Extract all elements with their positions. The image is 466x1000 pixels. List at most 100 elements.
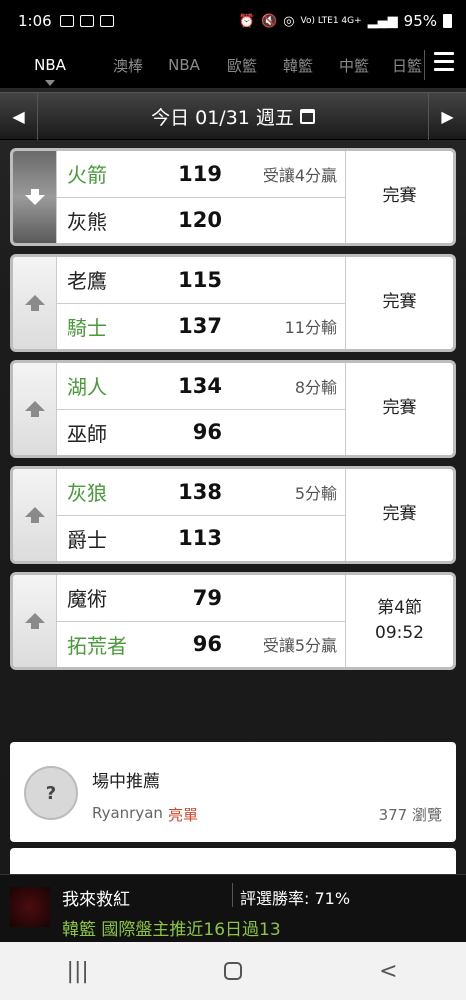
next-date-button[interactable]: ▶ bbox=[428, 92, 466, 140]
handicap-note: 8分輸 bbox=[294, 377, 337, 397]
away-team-row: 灰狼 138 5分輸 bbox=[57, 469, 345, 515]
team-name: 灰狼 bbox=[67, 481, 107, 506]
teams-block: 魔術 79 拓荒者 96 受讓5分贏 bbox=[57, 575, 346, 667]
team-score: 134 bbox=[178, 373, 222, 398]
tab-euro-basketball[interactable]: 歐籃 bbox=[222, 55, 262, 76]
home-team-row: 巫師 96 bbox=[57, 408, 345, 456]
check-icon bbox=[99, 15, 114, 27]
teams-block: 火箭 119 受讓4分贏灰熊 120 bbox=[57, 151, 346, 243]
banner-divider bbox=[232, 883, 233, 907]
network-label: Vo) LTE1 4G+ bbox=[300, 16, 362, 26]
team-name: 巫師 bbox=[67, 421, 107, 446]
tab-japan-basketball[interactable]: 日籃 bbox=[390, 55, 424, 76]
recommendation-tag: 亮單 bbox=[168, 806, 199, 824]
game-card[interactable]: 灰狼 138 5分輸爵士 113 完賽 bbox=[10, 466, 456, 564]
team-score: 96 bbox=[192, 420, 222, 445]
away-team-row: 湖人 134 8分輸 bbox=[57, 363, 345, 409]
handicap-note: 11分輸 bbox=[284, 318, 337, 338]
team-score: 138 bbox=[178, 479, 222, 504]
menu-icon[interactable] bbox=[434, 52, 454, 76]
arrow-up-icon[interactable] bbox=[13, 575, 57, 667]
game-status: 完賽 bbox=[382, 186, 417, 207]
team-name: 拓荒者 bbox=[67, 633, 127, 658]
tab-china-basketball[interactable]: 中籃 bbox=[334, 55, 374, 76]
team-score: 137 bbox=[178, 314, 222, 339]
game-status: 完賽 bbox=[382, 504, 417, 525]
banner-rate: 評選勝率: 71% bbox=[240, 889, 351, 908]
tab-nba-main[interactable]: NBA bbox=[30, 56, 70, 86]
banner-promo: 韓籃 國際盤主推近16日過13 bbox=[62, 920, 281, 940]
game-card[interactable]: 火箭 119 受讓4分贏灰熊 120 完賽 bbox=[10, 148, 456, 246]
recommendation-title: 場中推薦 bbox=[92, 772, 160, 792]
game-card[interactable]: 魔術 79 拓荒者 96 受讓5分贏 第4節 09:52 bbox=[10, 572, 456, 670]
calendar-icon bbox=[299, 108, 315, 124]
team-score: 79 bbox=[192, 585, 222, 610]
tabs-divider bbox=[424, 50, 425, 80]
team-name: 灰熊 bbox=[67, 209, 107, 234]
team-name: 湖人 bbox=[67, 375, 107, 400]
away-team-row: 老鷹 115 bbox=[57, 257, 345, 303]
game-card[interactable]: 湖人 134 8分輸巫師 96 完賽 bbox=[10, 360, 456, 458]
banner-thumbnail bbox=[10, 887, 50, 927]
home-team-row: 爵士 113 bbox=[57, 514, 345, 562]
mail-icon bbox=[79, 15, 94, 27]
date-selector[interactable]: 今日 01/31 週五 bbox=[38, 103, 428, 130]
status-right: ⏰ 🔇 ◎ Vo) LTE1 4G+ ▂▄▆ 95% bbox=[239, 12, 452, 30]
handicap-note: 5分輸 bbox=[294, 483, 337, 503]
date-bar: ◀ 今日 01/31 週五 ▶ bbox=[0, 92, 466, 140]
game-status: 完賽 bbox=[382, 398, 417, 419]
away-team-row: 魔術 79 bbox=[57, 575, 345, 621]
team-score: 119 bbox=[178, 161, 222, 186]
arrow-down-icon[interactable] bbox=[13, 151, 57, 243]
system-nav-bar: ||| < bbox=[0, 942, 466, 1000]
team-name: 爵士 bbox=[67, 527, 107, 552]
team-name: 魔術 bbox=[67, 587, 107, 612]
arrow-up-icon[interactable] bbox=[13, 363, 57, 455]
status-bar: 1:06 ⏰ 🔇 ◎ Vo) LTE1 4G+ ▂▄▆ 95% bbox=[0, 0, 466, 42]
mute-icon: 🔇 bbox=[261, 13, 278, 29]
signal-icon: ▂▄▆ bbox=[367, 13, 398, 29]
gallery-icon bbox=[59, 15, 74, 27]
team-name: 老鷹 bbox=[67, 269, 107, 294]
handicap-note: 受讓4分贏 bbox=[262, 165, 337, 185]
date-label: 今日 01/31 週五 bbox=[151, 106, 294, 129]
home-team-row: 騎士 137 11分輸 bbox=[57, 302, 345, 350]
away-team-row: 火箭 119 受讓4分贏 bbox=[57, 151, 345, 197]
teams-block: 灰狼 138 5分輸爵士 113 bbox=[57, 469, 346, 561]
game-card[interactable]: 老鷹 115 騎士 137 11分輸 完賽 bbox=[10, 254, 456, 352]
promo-banner[interactable]: 我來救紅 評選勝率: 71% 韓籃 國際盤主推近16日過13 bbox=[0, 874, 466, 942]
tab-au-baseball[interactable]: 澳棒 bbox=[108, 55, 148, 76]
arrow-up-icon[interactable] bbox=[13, 469, 57, 561]
team-score: 120 bbox=[178, 208, 222, 233]
alarm-icon: ⏰ bbox=[238, 13, 255, 29]
home-team-row: 拓荒者 96 受讓5分贏 bbox=[57, 620, 345, 668]
home-team-row: 灰熊 120 bbox=[57, 196, 345, 244]
battery-icon bbox=[443, 14, 452, 28]
recents-button[interactable]: ||| bbox=[48, 951, 108, 991]
battery-percent: 95% bbox=[403, 12, 437, 30]
team-name: 騎士 bbox=[67, 315, 107, 340]
prev-date-button[interactable]: ◀ bbox=[0, 92, 38, 140]
game-status: 完賽 bbox=[382, 292, 417, 313]
recommendation-card[interactable]: ? 場中推薦 Ryanryan 亮單 377 瀏覽 bbox=[10, 742, 456, 842]
arrow-up-icon[interactable] bbox=[13, 257, 57, 349]
hotspot-icon: ◎ bbox=[283, 13, 295, 29]
avatar: ? bbox=[24, 766, 78, 820]
teams-block: 老鷹 115 騎士 137 11分輸 bbox=[57, 257, 346, 349]
teams-block: 湖人 134 8分輸巫師 96 bbox=[57, 363, 346, 455]
team-name: 火箭 bbox=[67, 163, 107, 188]
tab-korea-basketball[interactable]: 韓籃 bbox=[278, 55, 318, 76]
status-time: 1:06 bbox=[18, 12, 52, 30]
recommendation-views: 377 瀏覽 bbox=[378, 806, 442, 824]
team-score: 115 bbox=[178, 267, 222, 292]
game-status: 第4節 09:52 bbox=[375, 597, 424, 644]
banner-name: 我來救紅 bbox=[62, 890, 130, 910]
team-score: 96 bbox=[192, 632, 222, 657]
recommendation-author: Ryanryan bbox=[92, 804, 163, 822]
handicap-note: 受讓5分贏 bbox=[262, 636, 337, 656]
tab-nba[interactable]: NBA bbox=[164, 56, 204, 74]
home-button[interactable] bbox=[203, 951, 263, 991]
league-tabs: NBA 澳棒 NBA 歐籃 韓籃 中籃 日籃 bbox=[0, 42, 466, 88]
team-score: 113 bbox=[178, 526, 222, 551]
back-button[interactable]: < bbox=[358, 951, 418, 991]
